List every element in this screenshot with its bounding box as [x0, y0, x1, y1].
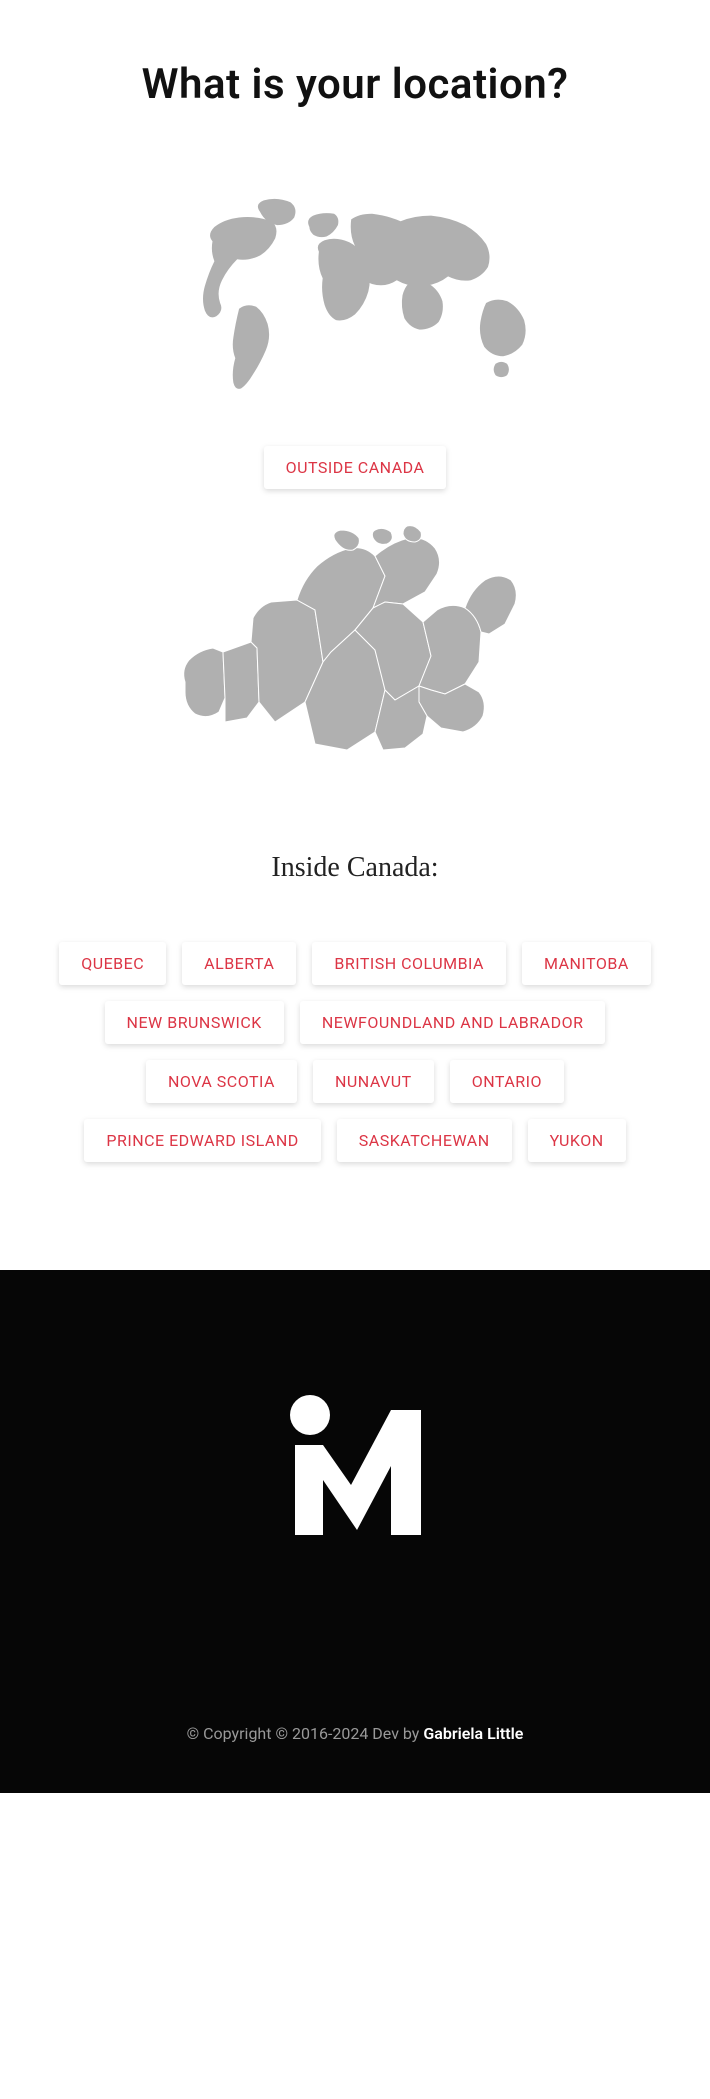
province-button-manitoba[interactable]: MANITOBA [522, 942, 651, 985]
province-button-quebec[interactable]: QUEBEC [59, 942, 166, 985]
brand-logo-icon [265, 1390, 445, 1540]
province-button-nova-scotia[interactable]: NOVA SCOTIA [146, 1060, 297, 1103]
world-map-icon [165, 189, 545, 398]
province-button-new-brunswick[interactable]: NEW BRUNSWICK [105, 1001, 284, 1044]
province-list: QUEBEC ALBERTA BRITISH COLUMBIA MANITOBA NEW… [40, 934, 670, 1170]
page-title: What is your location? [40, 60, 670, 109]
copyright-text: © Copyright © 2016-2024 Dev by Gabriela … [40, 1724, 670, 1743]
inside-canada-label: Inside Canada: [40, 852, 670, 884]
developer-name: Gabriela Little [423, 1724, 523, 1743]
province-button-newfoundland-and-labrador[interactable]: NEWFOUNDLAND AND LABRADOR [300, 1001, 606, 1044]
province-button-ontario[interactable]: ONTARIO [450, 1060, 564, 1103]
province-button-alberta[interactable]: ALBERTA [182, 942, 296, 985]
canada-map-icon [175, 522, 535, 822]
province-button-prince-edward-island[interactable]: PRINCE EDWARD ISLAND [84, 1119, 320, 1162]
outside-canada-button[interactable]: OUTSIDE CANADA [264, 446, 447, 489]
footer: © Copyright © 2016-2024 Dev by Gabriela … [0, 1270, 710, 1793]
logo-wrap [40, 1390, 670, 1544]
province-button-nunavut[interactable]: NUNAVUT [313, 1060, 434, 1103]
province-button-british-columbia[interactable]: BRITISH COLUMBIA [312, 942, 506, 985]
province-button-saskatchewan[interactable]: SASKATCHEWAN [337, 1119, 512, 1162]
outside-canada-wrap: OUTSIDE CANADA [40, 438, 670, 497]
location-selection-main: What is your location? OUTSIDE CANADA [0, 0, 710, 1270]
copyright-prefix: © Copyright © 2016-2024 Dev by [187, 1724, 424, 1743]
province-button-yukon[interactable]: YUKON [528, 1119, 626, 1162]
